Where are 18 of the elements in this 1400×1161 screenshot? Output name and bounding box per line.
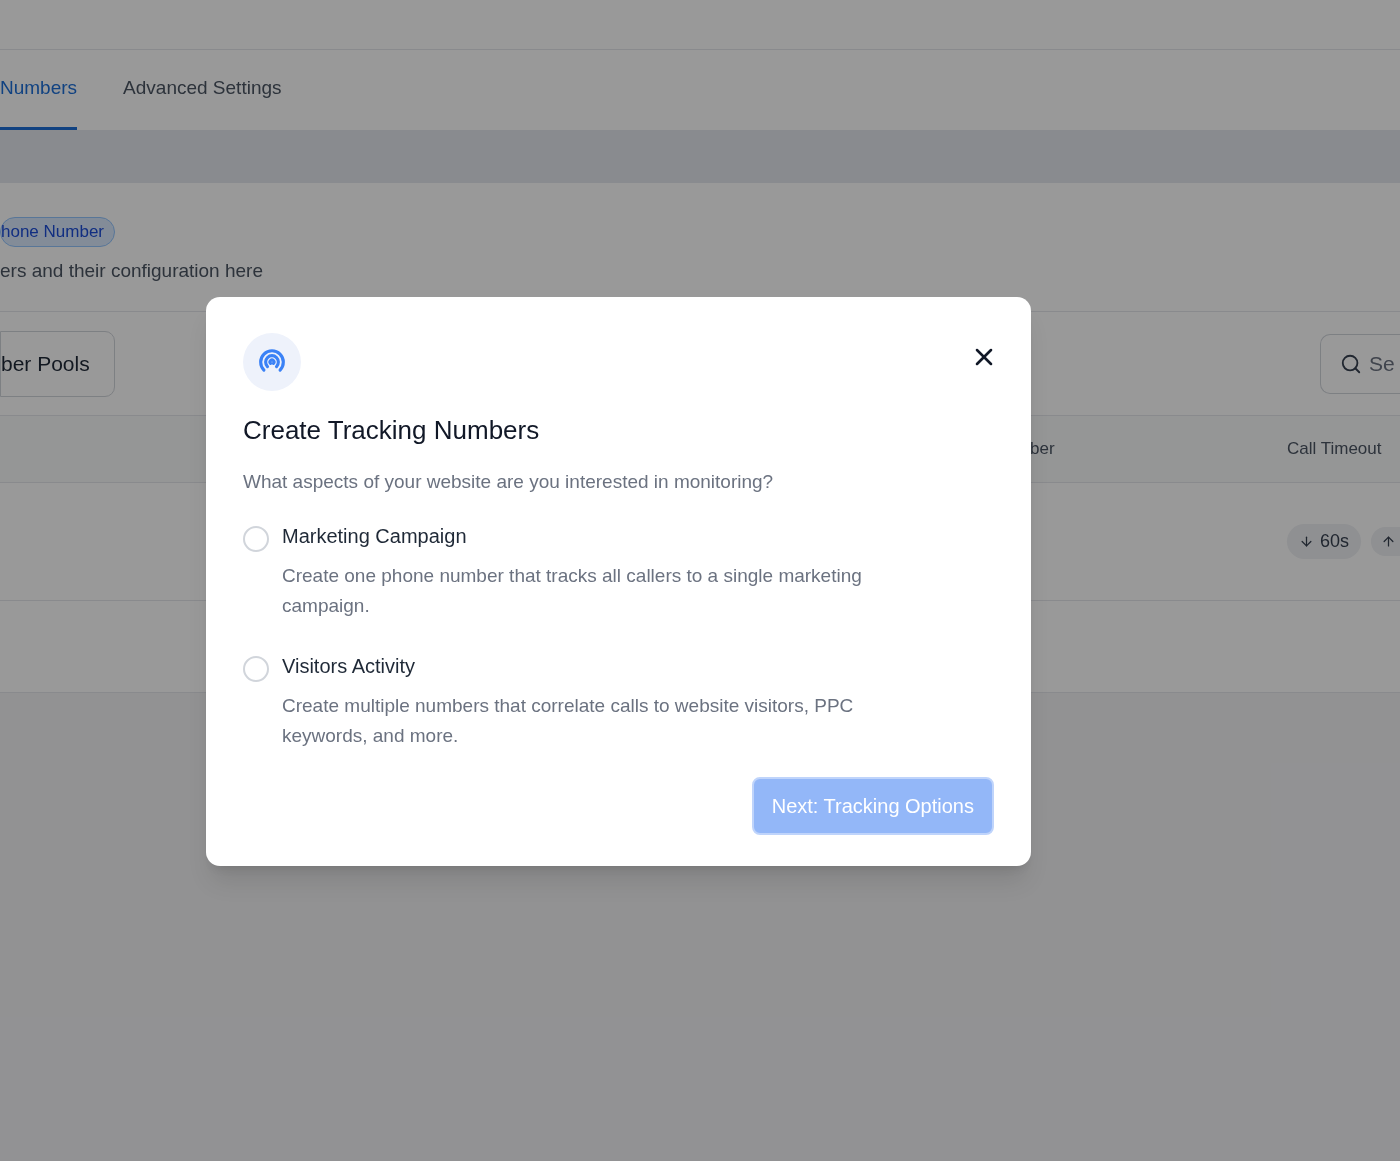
column-header: ber — [1030, 438, 1055, 461]
option-label: Marketing Campaign — [282, 523, 468, 549]
search-field[interactable]: Se — [1320, 333, 1400, 394]
timeout-chip: 60s — [1287, 524, 1362, 559]
column-header: Call Timeout — [1287, 438, 1383, 461]
option-label: Visitors Activity — [282, 653, 416, 679]
option-description: Create one phone number that tracks all callers to a single marketing campaign. — [282, 563, 863, 618]
search-icon — [1340, 352, 1362, 375]
radio-button[interactable] — [243, 655, 269, 682]
radio-button[interactable] — [243, 525, 269, 552]
number-pools-button[interactable]: ber Pools — [0, 330, 115, 397]
modal-subtitle: What aspects of your website are you interested in monitoring? — [243, 470, 775, 494]
modal-title: Create Tracking Numbers — [243, 414, 541, 447]
phone-number-badge: hone Number — [0, 217, 115, 247]
tab[interactable]: Advanced Settings — [123, 50, 282, 130]
section-description: ers and their configuration here — [0, 258, 263, 283]
arrow-down-icon — [1299, 534, 1314, 549]
option-description: Create multiple numbers that correlate calls to website visitors, PPC keywords, and more. — [282, 693, 855, 748]
